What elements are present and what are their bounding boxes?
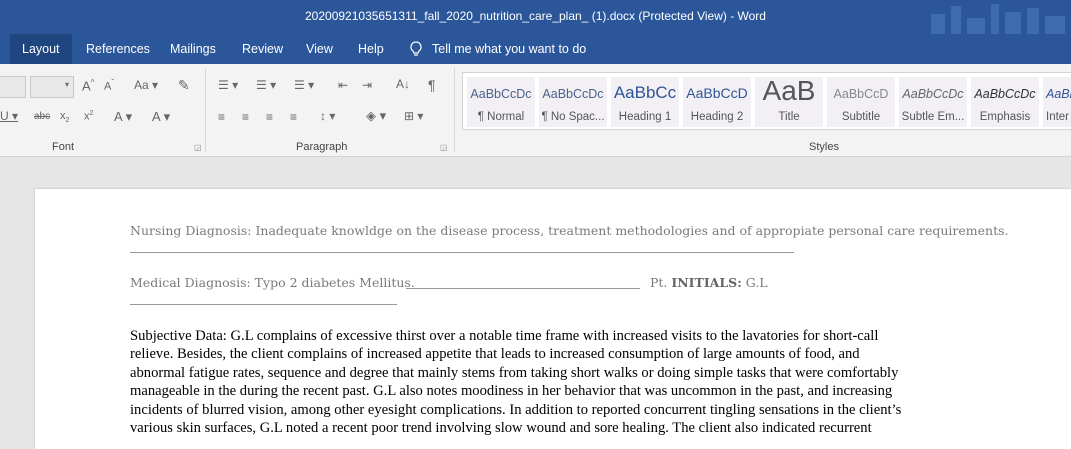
style-name: Heading 2 <box>690 111 744 123</box>
paragraph-group-label: Paragraph <box>296 141 348 153</box>
styles-group-label: Styles <box>809 141 839 153</box>
pt-label: Pt. <box>650 275 668 290</box>
style-preview: AaBbCcDc <box>470 87 532 101</box>
strikethrough-icon[interactable]: abc <box>34 111 50 122</box>
show-formatting-icon[interactable]: ¶ <box>428 77 436 93</box>
align-center-icon[interactable]: ≡ <box>242 110 249 124</box>
style-preview: AaBbCcD <box>833 87 889 101</box>
style-no-spacing[interactable]: AaBbCcDc ¶ No Spac... <box>539 77 607 127</box>
style-name: Title <box>778 111 800 123</box>
superscript-icon[interactable]: x2 <box>84 110 93 123</box>
style-title[interactable]: AaB Title <box>755 77 823 127</box>
paragraph-line: abnormal fatigue rates, sequence and deg… <box>130 364 899 381</box>
font-size-box[interactable]: ▾ <box>30 76 74 98</box>
tab-references[interactable]: References <box>74 34 162 64</box>
bullets-icon[interactable]: ☰ ▾ <box>218 78 238 92</box>
style-heading-2[interactable]: AaBbCcD Heading 2 <box>683 77 751 127</box>
divider-line <box>130 252 794 253</box>
document-page[interactable]: Nursing Diagnosis: Inadequate knowldge o… <box>35 189 1071 449</box>
subjective-data-paragraph: Subjective Data: G.L complains of excess… <box>130 327 990 437</box>
style-preview: AaBbCcDc <box>902 87 964 101</box>
style-subtle-emphasis[interactable]: AaBbCcDc Subtle Em... <box>899 77 967 127</box>
divider-line <box>130 304 397 305</box>
document-area[interactable]: Nursing Diagnosis: Inadequate knowldge o… <box>0 158 1071 449</box>
tab-mailings[interactable]: Mailings <box>158 34 228 64</box>
borders-icon[interactable]: ⊞ ▾ <box>404 109 423 123</box>
style-subtitle[interactable]: AaBbCcD Subtitle <box>827 77 895 127</box>
ribbon-separator <box>454 68 455 152</box>
style-name: Emphasis <box>979 111 1031 123</box>
style-preview: AaB <box>762 77 816 106</box>
subscript-icon[interactable]: x2 <box>60 110 69 124</box>
style-name: Subtle Em... <box>901 111 965 123</box>
ribbon: ▾ A^ Aˇ Aa ▾ ✎ U ▾ abc x2 x2 A ▾ A ▾ Fon… <box>0 64 1071 157</box>
shrink-font-icon[interactable]: Aˇ <box>104 78 114 93</box>
style-name: Subtitle <box>841 111 881 123</box>
tell-me-search[interactable]: Tell me what you want to do <box>410 34 586 64</box>
justify-icon[interactable]: ≡ <box>290 110 297 124</box>
change-case-icon[interactable]: Aa ▾ <box>134 78 158 92</box>
align-right-icon[interactable]: ≡ <box>266 110 273 124</box>
initials-label: INITIALS: <box>671 275 742 290</box>
style-name: Inter <box>1046 111 1070 123</box>
numbering-icon[interactable]: ☰ ▾ <box>256 78 276 92</box>
style-name: ¶ No Spac... <box>541 111 605 123</box>
ribbon-tabs: Layout References Mailings Review View H… <box>0 34 1071 64</box>
clear-formatting-icon[interactable]: ✎ <box>178 77 190 94</box>
ribbon-separator <box>205 68 206 152</box>
paragraph-line: relieve. Besides, the client complains o… <box>130 346 860 363</box>
chevron-down-icon: ▾ <box>64 80 69 89</box>
style-intense-emphasis[interactable]: AaBb Inter <box>1043 77 1071 127</box>
style-emphasis[interactable]: AaBbCcDc Emphasis <box>971 77 1039 127</box>
line-spacing-icon[interactable]: ↕ ▾ <box>320 109 335 123</box>
style-preview: AaBbCc <box>613 83 677 102</box>
style-name: Heading 1 <box>618 111 672 123</box>
increase-indent-icon[interactable]: ⇥ <box>362 78 372 92</box>
shading-icon[interactable]: ◈ ▾ <box>366 108 386 124</box>
pt-initials: Pt. INITIALS: G.L <box>650 275 768 290</box>
window-title: 20200921035651311_fall_2020_nutrition_ca… <box>305 9 766 23</box>
paragraph-line: incidents of blurred vision, among other… <box>130 401 902 418</box>
tell-me-text: Tell me what you want to do <box>432 42 587 56</box>
paragraph-line: Subjective Data: G.L complains of excess… <box>130 328 879 344</box>
paragraph-line: various skin surfaces, G.L noted a recen… <box>130 420 872 437</box>
medical-diagnosis: Medical Diagnosis: Typo 2 diabetes Melli… <box>130 275 415 290</box>
title-bar: 20200921035651311_fall_2020_nutrition_ca… <box>0 0 1071 34</box>
underline-blank <box>406 288 640 289</box>
style-preview: AaBbCcD <box>686 85 748 101</box>
font-color-icon[interactable]: A ▾ <box>152 109 170 125</box>
style-preview: AaBbCcDc <box>974 87 1036 101</box>
align-left-icon[interactable]: ≡ <box>218 110 225 124</box>
font-group-label: Font <box>52 141 75 153</box>
tab-help[interactable]: Help <box>346 34 396 64</box>
tab-layout[interactable]: Layout <box>10 34 72 64</box>
sort-icon[interactable]: A↓ <box>396 77 410 91</box>
style-preview: AaBb <box>1046 87 1071 101</box>
paragraph-dialog-launcher-icon[interactable]: ◲ <box>440 143 448 152</box>
tab-view[interactable]: View <box>294 34 345 64</box>
style-preview: AaBbCcDc <box>542 87 604 101</box>
style-name: ¶ Normal <box>477 111 525 123</box>
title-bar-decoration <box>921 0 1071 34</box>
underline-icon[interactable]: U ▾ <box>0 109 18 123</box>
nursing-diagnosis: Nursing Diagnosis: Inadequate knowldge o… <box>130 223 1009 238</box>
text-effects-icon[interactable]: A ▾ <box>114 109 132 125</box>
initials-value: G.L <box>745 275 768 290</box>
font-name-box[interactable] <box>0 76 26 98</box>
grow-font-icon[interactable]: A^ <box>82 78 94 93</box>
lightbulb-icon <box>410 41 422 56</box>
font-dialog-launcher-icon[interactable]: ◲ <box>194 143 202 152</box>
tab-review[interactable]: Review <box>230 34 295 64</box>
multilevel-list-icon[interactable]: ☰ ▾ <box>294 78 314 92</box>
paragraph-line: manageable in the during the recent past… <box>130 383 893 400</box>
style-normal[interactable]: AaBbCcDc ¶ Normal <box>467 77 535 127</box>
styles-gallery: AaBbCcDc ¶ Normal AaBbCcDc ¶ No Spac... … <box>462 72 1071 130</box>
style-heading-1[interactable]: AaBbCc Heading 1 <box>611 77 679 127</box>
decrease-indent-icon[interactable]: ⇤ <box>338 78 348 92</box>
